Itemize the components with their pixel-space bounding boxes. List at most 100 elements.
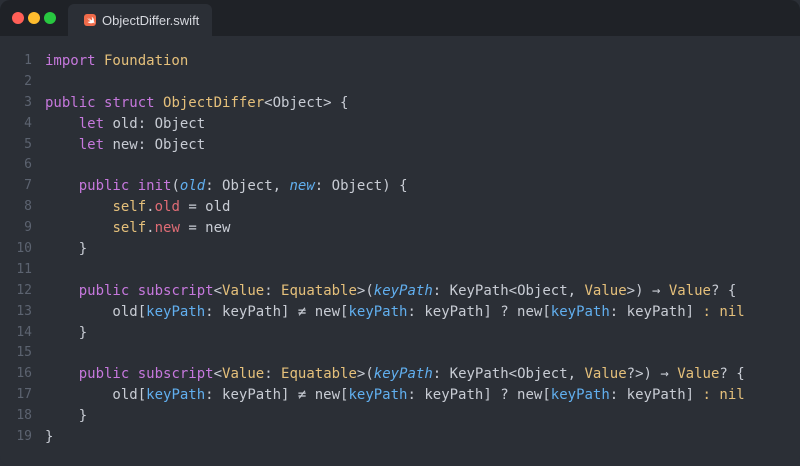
code-line[interactable]: 12 public subscript<Value: Equatable>(ke… bbox=[0, 281, 800, 302]
line-source: } bbox=[45, 323, 87, 344]
line-source: public struct ObjectDiffer<Object> { bbox=[45, 93, 348, 114]
code-line[interactable]: 6 bbox=[0, 155, 800, 176]
code-token: <Object> { bbox=[264, 94, 349, 111]
code-line[interactable]: 2 bbox=[0, 72, 800, 93]
line-source: self.new = new bbox=[45, 218, 230, 239]
code-token: : bbox=[702, 387, 711, 404]
code-token: Value bbox=[677, 366, 720, 383]
line-number: 7 bbox=[24, 178, 32, 194]
code-token: : keyPath] ? new[ bbox=[407, 303, 551, 320]
line-number: 14 bbox=[16, 324, 32, 340]
code-token: : Object, bbox=[205, 178, 290, 195]
code-token: : bbox=[264, 282, 282, 299]
code-token: } bbox=[45, 241, 88, 258]
swift-icon bbox=[84, 14, 96, 26]
code-token: public bbox=[45, 94, 96, 111]
code-line[interactable]: 10 } bbox=[0, 239, 800, 260]
line-number: 8 bbox=[24, 199, 32, 215]
line-source: public init(old: Object, new: Object) { bbox=[45, 176, 408, 197]
line-source: } bbox=[45, 406, 87, 427]
code-token: let bbox=[78, 115, 105, 132]
line-number: 1 bbox=[24, 53, 32, 68]
code-token: : keyPath] ≠ new[ bbox=[205, 387, 349, 404]
code-token: keyPath bbox=[373, 282, 433, 299]
code-line[interactable]: 1 import Foundation bbox=[0, 51, 800, 72]
code-line[interactable]: 14 } bbox=[0, 323, 800, 344]
code-line[interactable]: 11 bbox=[0, 260, 800, 281]
line-number: 9 bbox=[24, 220, 32, 236]
code-token: keyPath bbox=[348, 303, 408, 320]
line-number: 17 bbox=[16, 387, 32, 403]
code-token: : KeyPath<Object, bbox=[432, 282, 585, 299]
code-token: : keyPath] bbox=[609, 303, 703, 320]
code-token: keyPath bbox=[146, 303, 206, 320]
code-token: subscript bbox=[137, 282, 214, 299]
line-source: old[keyPath: keyPath] ≠ new[keyPath: key… bbox=[45, 385, 744, 406]
code-token: Value bbox=[668, 282, 711, 299]
code-token: . bbox=[146, 199, 155, 216]
code-token: Equatable bbox=[281, 366, 357, 383]
code-token: keyPath bbox=[550, 303, 610, 320]
line-number: 16 bbox=[16, 366, 32, 382]
code-line[interactable]: 4 let old: Object bbox=[0, 114, 800, 135]
code-token: old bbox=[154, 199, 180, 216]
line-number: 13 bbox=[16, 303, 32, 319]
code-line[interactable]: 15 bbox=[0, 343, 800, 364]
code-line[interactable]: 13 old[keyPath: keyPath] ≠ new[keyPath: … bbox=[0, 302, 800, 323]
code-token: ObjectDiffer bbox=[154, 94, 265, 111]
code-token: >( bbox=[356, 366, 374, 383]
tab-objectdiffer[interactable]: ObjectDiffer.swift bbox=[68, 4, 212, 36]
code-line[interactable]: 7 public init(old: Object, new: Object) … bbox=[0, 176, 800, 197]
code-token: } bbox=[45, 408, 88, 425]
code-token: ?>) → bbox=[626, 366, 678, 383]
line-source: let old: Object bbox=[45, 114, 205, 135]
title-bar: ObjectDiffer.swift bbox=[0, 0, 800, 36]
code-token: public bbox=[78, 366, 130, 383]
code-line[interactable]: 19} bbox=[0, 427, 800, 448]
code-token: Value bbox=[584, 366, 627, 383]
line-source: import Foundation bbox=[45, 51, 188, 72]
code-token: ( bbox=[171, 178, 180, 195]
code-line[interactable]: 3 public struct ObjectDiffer<Object> { bbox=[0, 93, 800, 114]
code-token: ? { bbox=[710, 282, 737, 299]
code-token: new bbox=[154, 220, 180, 237]
code-token: } bbox=[45, 429, 54, 446]
code-token: Value bbox=[584, 282, 627, 299]
code-token: Value bbox=[222, 366, 265, 383]
code-editor[interactable]: 1 import Foundation 2 3 public struct Object… bbox=[0, 51, 800, 448]
line-source: } bbox=[45, 239, 87, 260]
code-line[interactable]: 8 self.old = old bbox=[0, 197, 800, 218]
code-line[interactable]: 17 old[keyPath: keyPath] ≠ new[keyPath: … bbox=[0, 385, 800, 406]
minimize-window-button[interactable] bbox=[28, 12, 40, 24]
line-source: } bbox=[45, 427, 53, 448]
code-token: Equatable bbox=[281, 282, 357, 299]
code-line[interactable]: 18 } bbox=[0, 406, 800, 427]
line-number: 10 bbox=[16, 241, 32, 257]
code-token: keyPath bbox=[373, 366, 433, 383]
code-line[interactable]: 16 public subscript<Value: Equatable>(ke… bbox=[0, 364, 800, 385]
code-token: struct bbox=[104, 94, 155, 111]
close-window-button[interactable] bbox=[12, 12, 24, 24]
code-token: : bbox=[702, 303, 711, 320]
zoom-window-button[interactable] bbox=[44, 12, 56, 24]
code-token: keyPath bbox=[146, 387, 206, 404]
code-line[interactable]: 9 self.new = new bbox=[0, 218, 800, 239]
code-token: >) → bbox=[626, 282, 669, 299]
line-number: 12 bbox=[16, 282, 32, 298]
code-line[interactable]: 5 let new: Object bbox=[0, 135, 800, 156]
code-token: : bbox=[264, 366, 282, 383]
code-token: new bbox=[289, 178, 315, 195]
code-token: init bbox=[137, 178, 172, 195]
code-token: old[ bbox=[45, 387, 147, 404]
code-token: new: Object bbox=[104, 136, 206, 153]
tab-label: ObjectDiffer.swift bbox=[102, 12, 200, 28]
